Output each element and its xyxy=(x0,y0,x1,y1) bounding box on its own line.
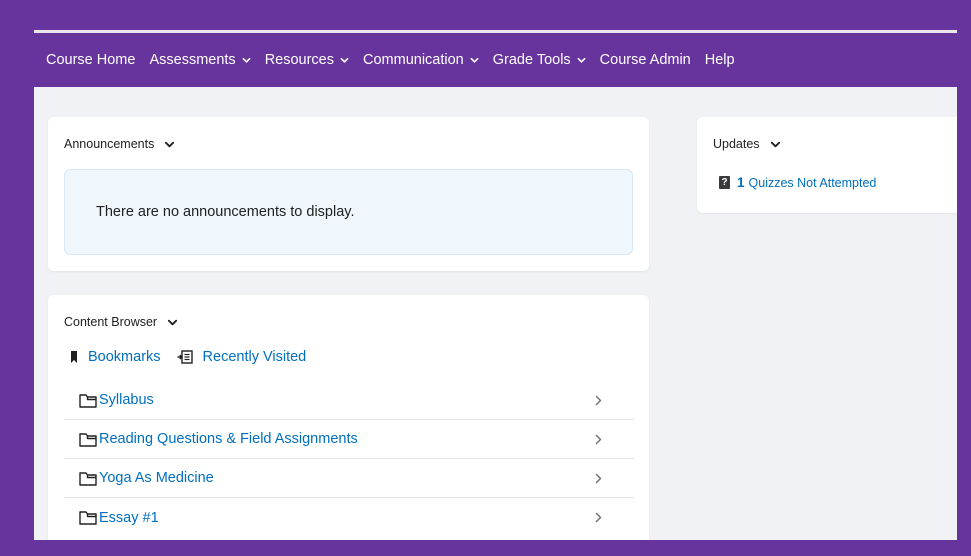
announcements-empty-box: There are no announcements to display. xyxy=(64,169,633,255)
nav-label: Help xyxy=(704,52,735,68)
list-item-label: Essay #1 xyxy=(99,509,159,526)
update-count: 1 xyxy=(737,175,745,190)
nav-communication[interactable]: Communication xyxy=(363,52,479,68)
list-item[interactable]: Yoga As Medicine xyxy=(64,459,634,498)
folder-icon xyxy=(79,393,97,408)
nav-assessments[interactable]: Assessments xyxy=(149,52,251,68)
chevron-right-icon xyxy=(595,512,602,523)
widget-title: Announcements xyxy=(64,137,155,151)
empty-message: There are no announcements to display. xyxy=(96,204,355,220)
folder-icon xyxy=(79,432,97,447)
bookmark-icon xyxy=(71,351,77,363)
chevron-down-icon xyxy=(242,57,251,63)
announcements-widget: Announcements There are no announcements… xyxy=(48,117,649,271)
announcements-header[interactable]: Announcements xyxy=(64,137,175,151)
quiz-icon: ? xyxy=(719,176,730,189)
updates-widget: Updates ? 1 Quizzes Not Attempted xyxy=(697,117,957,213)
nav-label: Resources xyxy=(264,52,334,68)
homepage-content: Announcements There are no announcements… xyxy=(34,87,957,540)
updates-header[interactable]: Updates xyxy=(713,137,781,151)
bookmarks-link[interactable]: Bookmarks xyxy=(70,349,161,365)
chevron-right-icon xyxy=(595,434,602,445)
chevron-right-icon xyxy=(595,395,602,406)
link-label: Bookmarks xyxy=(88,349,161,365)
recently-visited-link[interactable]: Recently Visited xyxy=(177,349,307,365)
content-browser-widget: Content Browser Bookmarks Recently Visit… xyxy=(48,295,649,540)
content-list: Syllabus Reading Questions & Field Assig… xyxy=(64,381,634,537)
chevron-right-icon xyxy=(595,473,602,484)
chevron-down-icon xyxy=(340,57,349,63)
nav-course-admin[interactable]: Course Admin xyxy=(600,52,691,68)
chevron-down-icon[interactable] xyxy=(164,139,175,150)
content-browser-header[interactable]: Content Browser xyxy=(64,315,178,329)
chevron-down-icon xyxy=(577,57,586,63)
widget-title: Content Browser xyxy=(64,315,158,329)
browser-frame: Course Home Assessments Resources Commun… xyxy=(34,30,957,540)
nav-resources[interactable]: Resources xyxy=(265,52,349,68)
nav-label: Course Home xyxy=(46,52,136,68)
list-item-label: Reading Questions & Field Assignments xyxy=(99,431,358,447)
list-item-label: Yoga As Medicine xyxy=(99,470,214,486)
link-label: Recently Visited xyxy=(202,349,307,365)
content-browser-links: Bookmarks Recently Visited xyxy=(70,349,306,365)
list-item-label: Syllabus xyxy=(99,392,154,408)
nav-label: Course Admin xyxy=(599,52,691,68)
nav-course-home[interactable]: Course Home xyxy=(46,52,135,68)
recently-visited-icon xyxy=(177,350,193,364)
update-link[interactable]: Quizzes Not Attempted xyxy=(749,176,877,190)
nav-label: Grade Tools xyxy=(492,52,571,68)
folder-icon xyxy=(79,471,97,486)
quizzes-update[interactable]: ? 1 Quizzes Not Attempted xyxy=(719,175,876,190)
folder-icon xyxy=(79,511,97,525)
list-item[interactable]: Reading Questions & Field Assignments xyxy=(64,420,634,459)
widget-title: Updates xyxy=(713,137,760,151)
course-navbar: Course Home Assessments Resources Commun… xyxy=(34,33,957,87)
nav-help[interactable]: Help xyxy=(705,52,735,68)
chevron-down-icon[interactable] xyxy=(770,139,781,150)
nav-label: Assessments xyxy=(149,52,236,68)
nav-label: Communication xyxy=(363,52,464,68)
chevron-down-icon[interactable] xyxy=(167,317,178,328)
nav-grade-tools[interactable]: Grade Tools xyxy=(493,52,586,68)
chevron-down-icon xyxy=(470,57,479,63)
list-item[interactable]: Syllabus xyxy=(64,381,634,420)
list-item[interactable]: Essay #1 xyxy=(64,498,634,537)
